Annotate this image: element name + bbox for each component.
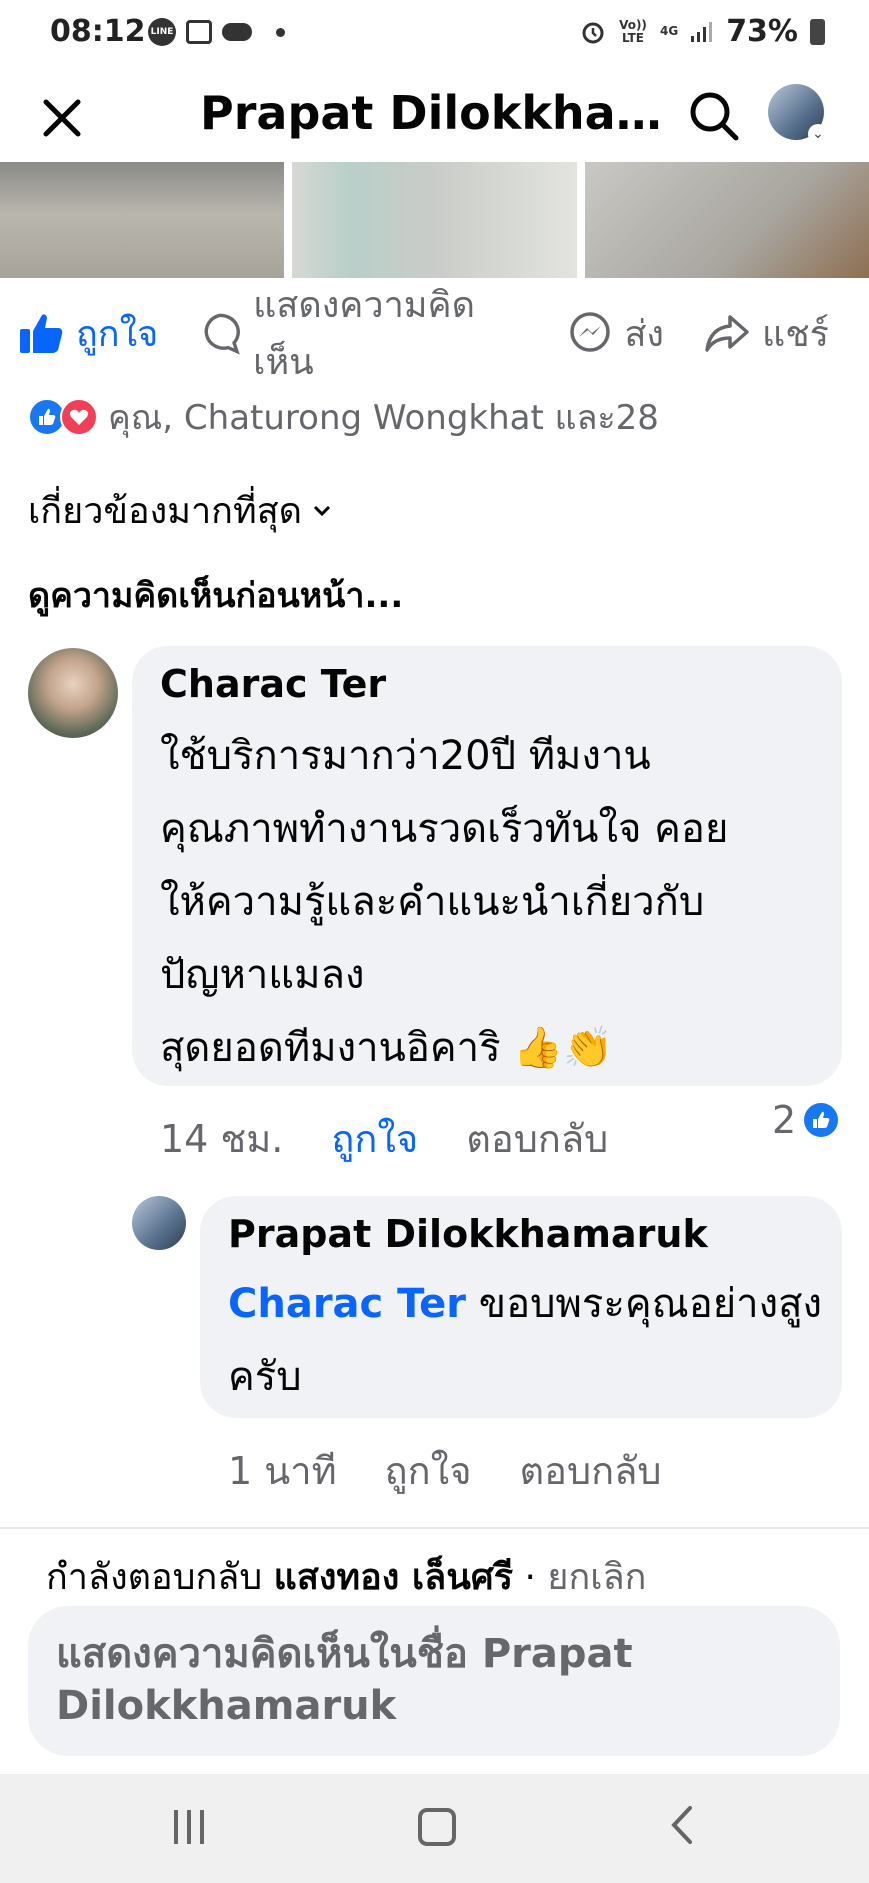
post-header: Prapat Dilokkhama... ⌄ xyxy=(0,70,869,162)
divider xyxy=(0,1527,869,1529)
battery-icon xyxy=(810,18,825,45)
post-action-bar: ถูกใจ แสดงความคิดเห็น ส่ง แชร์ xyxy=(0,285,869,383)
status-system-icons: Vo)) LTE 4G 73% xyxy=(580,14,825,49)
share-button[interactable]: แชร์ xyxy=(704,305,829,362)
share-arrow-icon xyxy=(705,315,749,352)
messenger-icon xyxy=(570,312,611,352)
view-previous-comments-link[interactable]: ดูความคิดเห็นก่อนหน้า... xyxy=(28,568,403,622)
comment-sort-dropdown[interactable]: เกี่ยวข้องมากที่สุด xyxy=(28,482,332,539)
replying-to-bar: กำลังตอบกลับ แสงทอง เล็นศรี · ยกเลิก xyxy=(46,1548,646,1605)
reply-meta: 1 นาที ถูกใจ ตอบกลับ xyxy=(228,1440,662,1501)
comment-bubble-icon xyxy=(204,313,241,355)
reply-author[interactable]: Prapat Dilokkhamaruk xyxy=(228,1212,708,1256)
search-icon[interactable] xyxy=(686,88,742,144)
love-reaction-icon xyxy=(60,398,98,436)
comment-meta: 14 ชม. ถูกใจ ตอบกลับ xyxy=(160,1108,608,1169)
reply-mention[interactable]: Charac Ter xyxy=(228,1281,466,1327)
post-photo[interactable] xyxy=(584,162,869,278)
status-bar: 08:12 LINE Vo)) LTE 4G 73% xyxy=(0,0,869,70)
comment-like-count-value: 2 xyxy=(772,1098,797,1142)
replying-to-name: แสงทอง เล็นศรี xyxy=(273,1557,514,1598)
reactions-summary-text: คุณ, Chaturong Wongkhat และ28 xyxy=(108,398,659,438)
page-title: Prapat Dilokkhama... xyxy=(200,86,670,140)
commenter-avatar[interactable] xyxy=(28,648,118,738)
comment-button-label: แสดงความคิดเห็น xyxy=(253,285,475,383)
battery-percent: 73% xyxy=(726,14,798,49)
comment-input-placeholder: แสดงความคิดเห็นในชื่อ Prapat Dilokkhamar… xyxy=(56,1631,633,1729)
alarm-icon xyxy=(582,22,604,43)
more-notifications-icon xyxy=(276,27,285,37)
volte-icon: Vo)) LTE xyxy=(619,17,647,45)
post-photo[interactable] xyxy=(292,162,577,278)
chevron-down-icon[interactable]: ⌄ xyxy=(808,124,828,144)
post-photo[interactable] xyxy=(0,162,285,278)
cloud-icon xyxy=(222,23,252,41)
network-type-icon: 4G xyxy=(659,24,679,38)
replying-separator: · xyxy=(513,1557,548,1598)
reply-reply-button[interactable]: ตอบกลับ xyxy=(519,1440,661,1501)
comment-button[interactable]: แสดงความคิดเห็น xyxy=(198,276,528,390)
comment-like-count[interactable]: 2 xyxy=(772,1098,841,1142)
close-icon[interactable] xyxy=(38,94,86,142)
send-button-label: ส่ง xyxy=(624,313,665,355)
comment-author[interactable]: Charac Ter xyxy=(160,662,386,706)
recent-apps-button[interactable] xyxy=(174,1810,204,1844)
comment-reply-button[interactable]: ตอบกลับ xyxy=(466,1108,608,1169)
comment-text: ใช้บริการมากว่า20ปี ทีมงาน คุณภาพทำงานรว… xyxy=(160,733,729,1071)
send-button[interactable]: ส่ง xyxy=(568,305,664,362)
replying-prefix: กำลังตอบกลับ xyxy=(46,1557,274,1598)
reply-bubble: Prapat Dilokkhamaruk Charac Ter ขอบพระคุ… xyxy=(200,1196,842,1418)
cancel-reply-button[interactable]: ยกเลิก xyxy=(547,1557,646,1598)
reply-like-button[interactable]: ถูกใจ xyxy=(385,1440,472,1501)
status-notification-icons: LINE xyxy=(148,18,285,46)
chevron-down-icon xyxy=(313,505,331,516)
home-button[interactable] xyxy=(418,1808,456,1846)
share-button-label: แชร์ xyxy=(762,313,829,355)
signal-icon xyxy=(691,21,713,42)
like-reaction-icon xyxy=(802,1101,841,1139)
reply-text: Charac Ter ขอบพระคุณอย่างสูงครับ xyxy=(228,1268,828,1414)
comment-input[interactable]: แสดงความคิดเห็นในชื่อ Prapat Dilokkhamar… xyxy=(28,1606,840,1756)
reply-author-avatar[interactable] xyxy=(132,1196,186,1250)
post-photos xyxy=(0,162,869,278)
thumbs-up-icon xyxy=(20,314,63,353)
like-button-label: ถูกใจ xyxy=(76,313,159,355)
back-button[interactable] xyxy=(666,1804,696,1846)
system-nav-bar xyxy=(0,1774,869,1883)
reactions-summary[interactable]: คุณ, Chaturong Wongkhat และ28 xyxy=(28,390,659,444)
comment-time: 14 ชม. xyxy=(160,1117,284,1161)
comment-bubble: Charac Ter ใช้บริการมากว่า20ปี ทีมงาน คุ… xyxy=(132,646,842,1086)
line-app-icon: LINE xyxy=(148,18,176,46)
comment-like-button[interactable]: ถูกใจ xyxy=(331,1108,418,1169)
gallery-icon xyxy=(186,20,212,44)
like-button[interactable]: ถูกใจ xyxy=(18,305,158,362)
comment-sort-label: เกี่ยวข้องมากที่สุด xyxy=(28,491,303,532)
reply-time: 1 นาที xyxy=(228,1449,337,1493)
status-time: 08:12 xyxy=(50,14,146,49)
